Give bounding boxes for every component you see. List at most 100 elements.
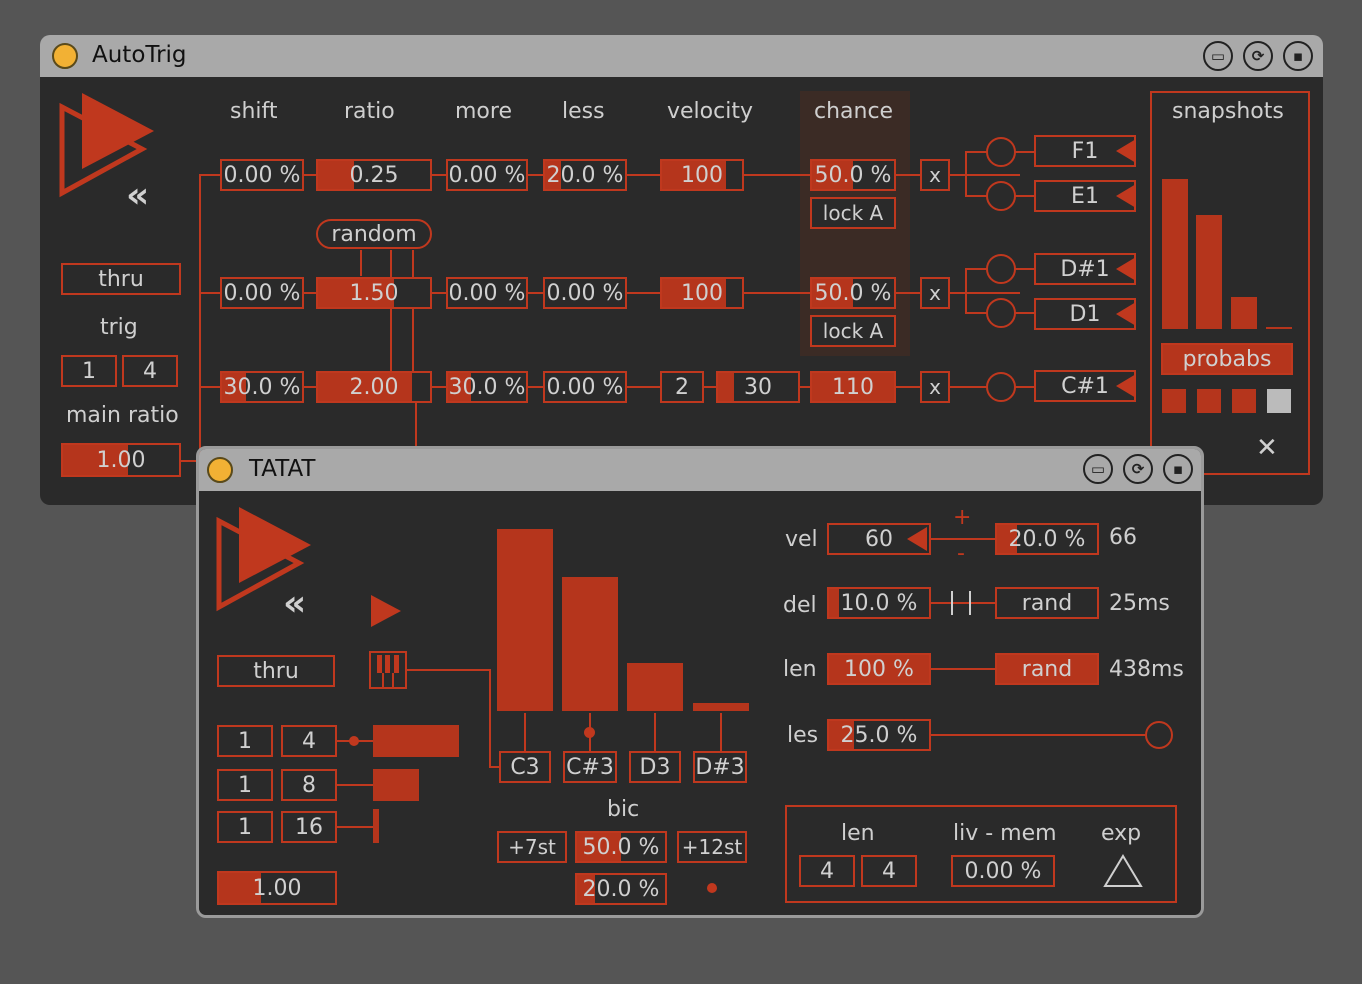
note-out-circle-2[interactable]: [986, 181, 1016, 211]
transpose-left[interactable]: +7st: [497, 831, 567, 863]
save-icon[interactable]: ▪: [1163, 454, 1193, 484]
refresh-icon[interactable]: ⟳: [1243, 41, 1273, 71]
shift-r3[interactable]: 30.0 %: [220, 371, 304, 403]
snapshot-slot-4[interactable]: [1267, 389, 1291, 413]
less-r2[interactable]: 0.00 %: [543, 277, 627, 309]
note-bar-c3[interactable]: [497, 529, 553, 711]
transpose-balance[interactable]: 50.0 %: [575, 831, 667, 863]
more-r3[interactable]: 30.0 %: [446, 371, 528, 403]
rate-r2-a[interactable]: 1: [217, 769, 273, 801]
thru-toggle[interactable]: thru: [217, 655, 335, 687]
less-r3[interactable]: 0.00 %: [543, 371, 627, 403]
del-rand[interactable]: rand: [995, 587, 1099, 619]
liv-mem-value[interactable]: 0.00 %: [951, 855, 1055, 887]
keyboard-icon[interactable]: [369, 651, 407, 689]
mem-len-1[interactable]: 4: [799, 855, 855, 887]
transpose-right[interactable]: +12st: [677, 831, 747, 863]
play-icon[interactable]: [369, 593, 405, 629]
rate-r2-b[interactable]: 8: [281, 769, 337, 801]
save-icon[interactable]: ▪: [1283, 41, 1313, 71]
less-r1[interactable]: 20.0 %: [543, 159, 627, 191]
more-r1[interactable]: 0.00 %: [446, 159, 528, 191]
trig-num-2[interactable]: 4: [122, 355, 178, 387]
x-button-r1[interactable]: x: [920, 159, 950, 191]
lock-a-r1[interactable]: lock A: [810, 197, 896, 229]
main-ratio-slider[interactable]: 1.00: [61, 443, 181, 477]
col-shift: shift: [230, 99, 278, 124]
note-out-circle-4[interactable]: [986, 298, 1016, 328]
main-ratio-label: main ratio: [66, 403, 179, 428]
snapshot-slot-2[interactable]: [1197, 389, 1221, 413]
snapshot-bar-4[interactable]: [1266, 327, 1292, 329]
chance-r1[interactable]: 50.0 %: [810, 159, 896, 191]
snapshot-slot-3[interactable]: [1232, 389, 1256, 413]
velocity-b-r3[interactable]: 30: [716, 371, 800, 403]
probabs-button[interactable]: probabs: [1161, 343, 1293, 375]
tatat-titlebar: TATAT ▭ ⟳ ▪: [199, 449, 1201, 491]
thru-toggle[interactable]: thru: [61, 263, 181, 295]
note-out-circle-5[interactable]: [986, 372, 1016, 402]
rate-r1-a[interactable]: 1: [217, 725, 273, 757]
velocity-r2[interactable]: 100: [660, 277, 744, 309]
rewind-icon[interactable]: «: [126, 175, 149, 216]
rate-r3-b[interactable]: 16: [281, 811, 337, 843]
close-icon[interactable]: ✕: [1256, 433, 1278, 463]
les-value[interactable]: 25.0 %: [827, 719, 931, 751]
note-out-circle-3[interactable]: [986, 254, 1016, 284]
snapshot-bar-3[interactable]: [1231, 297, 1257, 329]
del-value[interactable]: 10.0 %: [827, 587, 931, 619]
rewind-icon[interactable]: «: [283, 583, 306, 624]
velocity-r1[interactable]: 100: [660, 159, 744, 191]
trig-num-1[interactable]: 1: [61, 355, 117, 387]
note-ds3[interactable]: D#3: [693, 751, 747, 783]
vel-pct[interactable]: 20.0 %: [995, 523, 1099, 555]
random-button[interactable]: random: [316, 219, 432, 249]
note-bar-d3[interactable]: [627, 663, 683, 711]
rate-bar-1[interactable]: [373, 725, 459, 757]
minus-label: -: [957, 541, 965, 566]
more-r2[interactable]: 0.00 %: [446, 277, 528, 309]
len-value[interactable]: 100 %: [827, 653, 931, 685]
note-c3[interactable]: C3: [499, 751, 551, 783]
snapshot-slot-1[interactable]: [1162, 389, 1186, 413]
snapshot-bar-1[interactable]: [1162, 179, 1188, 329]
refresh-icon[interactable]: ⟳: [1123, 454, 1153, 484]
les-out-circle[interactable]: [1145, 721, 1173, 749]
ratio-r1[interactable]: 0.25: [316, 159, 432, 191]
note-bar-cs3[interactable]: [562, 577, 618, 711]
shift-r2[interactable]: 0.00 %: [220, 277, 304, 309]
len-result: 438ms: [1109, 657, 1184, 682]
velocity-a-r3[interactable]: 2: [660, 371, 704, 403]
autotrig-window: AutoTrig ▭ ⟳ ▪ « thru trig 1 4 main rati…: [40, 35, 1323, 505]
note-d3[interactable]: D3: [629, 751, 681, 783]
rate-r3-a[interactable]: 1: [217, 811, 273, 843]
len-rand[interactable]: rand: [995, 653, 1099, 685]
x-button-r3[interactable]: x: [920, 371, 950, 403]
shift-r1[interactable]: 0.00 %: [220, 159, 304, 191]
x-button-r2[interactable]: x: [920, 277, 950, 309]
device-on-toggle[interactable]: [52, 43, 78, 69]
col-less: less: [562, 99, 605, 124]
triangle-icon[interactable]: [1103, 853, 1143, 889]
snapshot-bar-2[interactable]: [1196, 215, 1222, 329]
ratio-r2[interactable]: 1.50: [316, 277, 432, 309]
rate-bar-3[interactable]: [373, 809, 379, 843]
ratio-r3[interactable]: 2.00: [316, 371, 432, 403]
rate-bar-2[interactable]: [373, 769, 419, 801]
note-bar-ds3[interactable]: [693, 703, 749, 711]
note-cs3[interactable]: C#3: [563, 751, 617, 783]
device-on-toggle[interactable]: [207, 457, 233, 483]
rate-r1-b[interactable]: 4: [281, 725, 337, 757]
autotrig-body: « thru trig 1 4 main ratio 1.00 shift ra…: [40, 77, 1323, 505]
col-chance: chance: [814, 99, 894, 124]
chance-r3[interactable]: 110: [810, 371, 896, 403]
mem-len-2[interactable]: 4: [861, 855, 917, 887]
bic-amount[interactable]: 20.0 %: [575, 873, 667, 905]
ratio-slider[interactable]: 1.00: [217, 871, 337, 905]
chance-r2[interactable]: 50.0 %: [810, 277, 896, 309]
lock-a-r2[interactable]: lock A: [810, 315, 896, 347]
hotswap-icon[interactable]: ▭: [1083, 454, 1113, 484]
hotswap-icon[interactable]: ▭: [1203, 41, 1233, 71]
col-ratio: ratio: [344, 99, 395, 124]
note-out-circle-1[interactable]: [986, 137, 1016, 167]
